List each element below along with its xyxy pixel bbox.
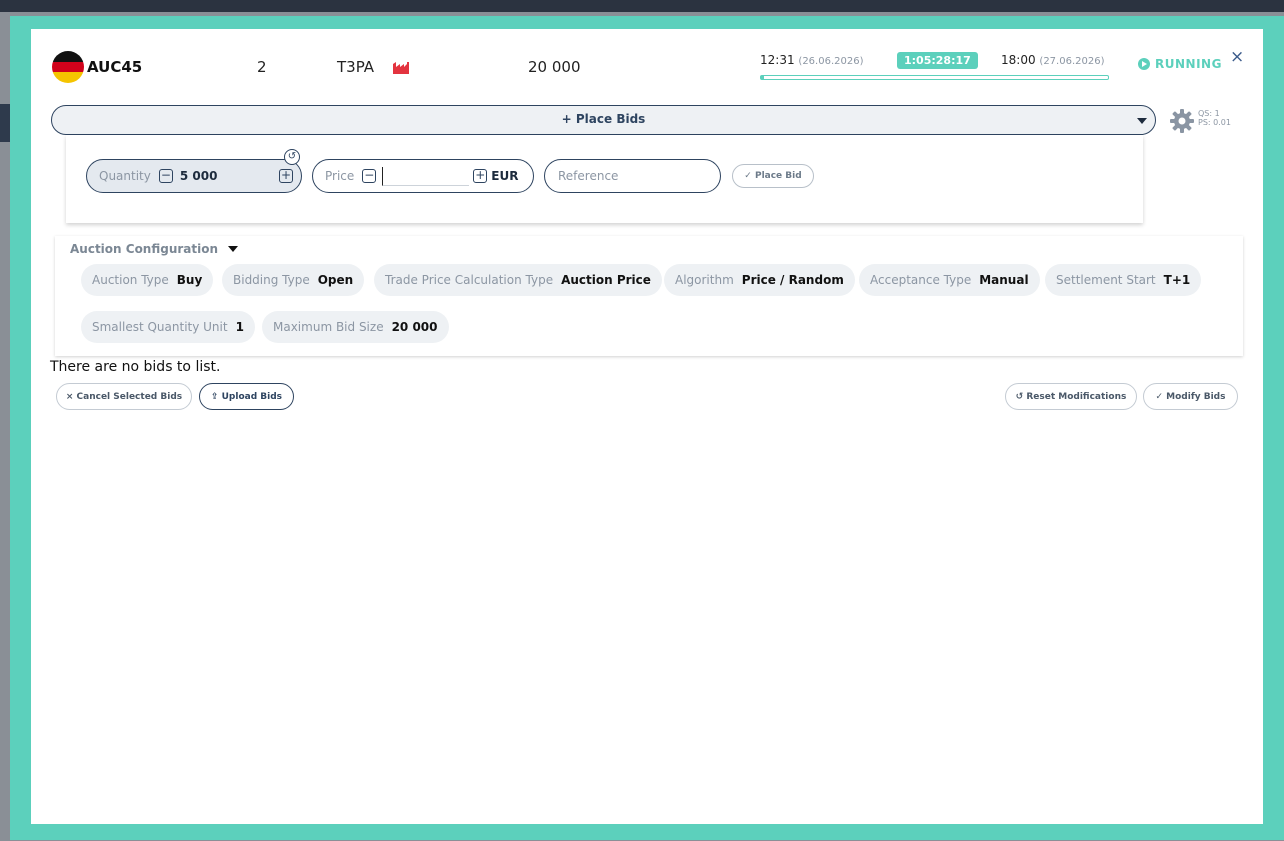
product-code: T3PA	[337, 58, 375, 76]
config-chip-maximum-bid-size: Maximum Bid Size 20 000	[262, 311, 449, 343]
germany-flag-icon	[52, 51, 84, 83]
place-bids-label: + Place Bids	[561, 112, 646, 126]
config-chip-acceptance-type: Acceptance Type Manual	[859, 264, 1040, 296]
config-chip-bidding-type: Bidding Type Open	[222, 264, 365, 296]
qs-ps-info: QS: 1 PS: 0.01	[1198, 109, 1231, 127]
ps-value: PS: 0.01	[1198, 118, 1231, 127]
lot-number: 2	[257, 58, 267, 76]
reference-field	[544, 159, 721, 193]
config-key: Trade Price Calculation Type	[385, 273, 554, 287]
config-key: Maximum Bid Size	[273, 320, 384, 334]
config-key: Smallest Quantity Unit	[92, 320, 228, 334]
config-value: Price / Random	[741, 273, 844, 287]
auction-modal: AUC45 2 T3PA 20 000 12:31 (26.06.2026) 1…	[31, 29, 1263, 824]
quantity-value[interactable]: 5 000	[180, 169, 218, 183]
close-button[interactable]: ×	[1230, 49, 1244, 66]
price-increment-button[interactable]: +	[473, 169, 488, 183]
start-time-value: 12:31	[760, 53, 795, 67]
end-time: 18:00 (27.06.2026)	[1001, 53, 1104, 67]
start-time: 12:31 (26.06.2026)	[760, 53, 863, 67]
caret-down-icon	[228, 246, 239, 252]
factory-icon	[393, 62, 409, 74]
modify-bids-button[interactable]: ✓ Modify Bids	[1143, 383, 1238, 410]
config-key: Algorithm	[675, 273, 734, 287]
auction-name: AUC45	[87, 58, 143, 76]
auction-configuration-toggle[interactable]: Auction Configuration	[70, 242, 239, 256]
place-bids-toggle[interactable]: + Place Bids	[51, 105, 1156, 135]
end-date: (27.06.2026)	[1039, 56, 1105, 67]
caret-down-icon	[1137, 118, 1147, 124]
config-chip-algorithm: Algorithm Price / Random	[664, 264, 855, 296]
gear-icon[interactable]	[1169, 108, 1195, 134]
status-badge: RUNNING	[1138, 57, 1222, 71]
quantity-increment-button[interactable]: +	[279, 169, 293, 183]
auction-configuration-title: Auction Configuration	[70, 242, 219, 256]
config-chip-trade-price-calculation-type: Trade Price Calculation Type Auction Pric…	[374, 264, 662, 296]
reset-quantity-icon[interactable]: ↺	[284, 149, 300, 165]
quantity-label: Quantity	[99, 169, 151, 183]
config-value: 20 000	[391, 320, 438, 334]
cancel-selected-bids-button[interactable]: × Cancel Selected Bids	[56, 383, 192, 410]
config-chip-auction-type: Auction Type Buy	[81, 264, 214, 296]
auction-quantity: 20 000	[528, 58, 581, 76]
config-value: Open	[317, 273, 354, 287]
price-decrement-button[interactable]: −	[362, 169, 377, 183]
config-key: Auction Type	[92, 273, 169, 287]
auction-progress-bar	[760, 75, 1109, 80]
reset-modifications-button[interactable]: ↺ Reset Modifications	[1005, 383, 1137, 410]
config-value: Buy	[176, 273, 203, 287]
price-input[interactable]	[382, 166, 470, 186]
auction-modal-frame: AUC45 2 T3PA 20 000 12:31 (26.06.2026) 1…	[10, 16, 1284, 840]
place-bid-form: Quantity − 5 000 + ↺ Price − + EUR ✓ Pla…	[66, 135, 1143, 223]
play-icon	[1138, 58, 1150, 70]
price-label: Price	[325, 169, 355, 183]
upload-bids-button[interactable]: ⇪ Upload Bids	[199, 383, 294, 410]
app-top-bar	[0, 0, 1284, 12]
config-value: T+1	[1163, 273, 1191, 287]
countdown-badge: 1:05:28:17	[897, 52, 978, 69]
config-key: Settlement Start	[1056, 273, 1156, 287]
price-stepper: Price − + EUR	[312, 159, 534, 193]
start-date: (26.06.2026)	[798, 56, 864, 67]
auction-configuration-panel: Auction Configuration Auction Type Buy Bi…	[55, 236, 1243, 356]
auction-progress-fill	[761, 76, 765, 79]
auction-header: AUC45 2 T3PA 20 000 12:31 (26.06.2026) 1…	[31, 29, 1263, 99]
config-value: Auction Price	[561, 273, 651, 287]
config-key: Acceptance Type	[870, 273, 972, 287]
quantity-stepper: Quantity − 5 000 +	[86, 159, 302, 193]
config-value: Manual	[979, 273, 1029, 287]
config-chip-smallest-quantity-unit: Smallest Quantity Unit 1	[81, 311, 255, 343]
quantity-decrement-button[interactable]: −	[158, 169, 173, 183]
status-label: RUNNING	[1155, 57, 1222, 71]
qs-value: QS: 1	[1198, 109, 1220, 118]
empty-bids-message: There are no bids to list.	[50, 359, 221, 375]
currency-label: EUR	[491, 169, 519, 183]
config-key: Bidding Type	[233, 273, 310, 287]
place-bid-button[interactable]: ✓ Place Bid	[732, 164, 814, 188]
reference-input[interactable]	[556, 168, 710, 184]
config-chip-settlement-start: Settlement Start T+1	[1045, 264, 1202, 296]
end-time-value: 18:00	[1001, 53, 1036, 67]
config-value: 1	[235, 320, 244, 334]
